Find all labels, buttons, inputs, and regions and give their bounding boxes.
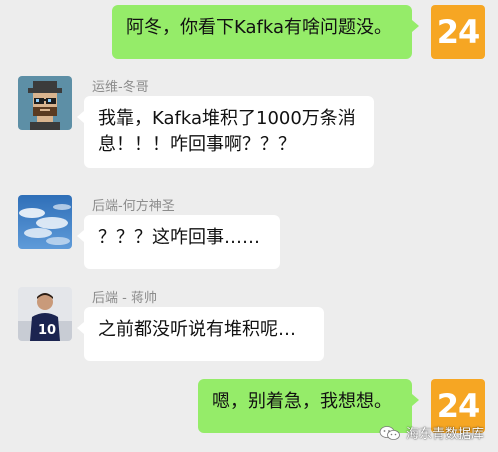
- message-text: ？？？这咋回事……: [98, 227, 260, 248]
- message-text: 嗯，别着急，我想想。: [212, 391, 392, 412]
- sender-name: 后端-何方神圣: [92, 199, 175, 214]
- sender-name: 运维-冬哥: [92, 80, 149, 95]
- message-text: 之前都没听说有堆积呢…: [98, 319, 296, 340]
- message-bubble[interactable]: 之前都没听说有堆积呢…: [77, 307, 324, 361]
- sender-name: 后端 - 蒋帅: [92, 291, 157, 306]
- message-text: 我靠，Kafka堆积了1000万条消息！！！咋回事啊？？？: [98, 108, 356, 155]
- pixel-hat-avatar-icon: [18, 76, 72, 130]
- pixel-hat-avatar[interactable]: [18, 76, 72, 130]
- message-bubble[interactable]: ？？？这咋回事……: [77, 215, 280, 269]
- message-text: 阿冬，你看下Kafka有啥问题没。: [126, 17, 392, 38]
- sky-clouds-avatar-icon: [18, 195, 72, 249]
- message-bubble[interactable]: 我靠，Kafka堆积了1000万条消息！！！咋回事啊？？？: [77, 96, 374, 168]
- watermark-text: 海东青数据库: [405, 427, 484, 442]
- badge-number: 24: [436, 13, 481, 51]
- svg-text:10: 10: [38, 323, 56, 338]
- message-bubble[interactable]: 阿冬，你看下Kafka有啥问题没。: [112, 5, 419, 59]
- avatar-badge-24[interactable]: 24: [431, 5, 485, 59]
- watermark: 海东青数据库: [379, 423, 484, 442]
- soccer-player-avatar[interactable]: 10: [18, 287, 72, 341]
- wechat-icon: [379, 425, 401, 441]
- soccer-player-avatar-icon: 10: [18, 287, 72, 341]
- sky-clouds-avatar[interactable]: [18, 195, 72, 249]
